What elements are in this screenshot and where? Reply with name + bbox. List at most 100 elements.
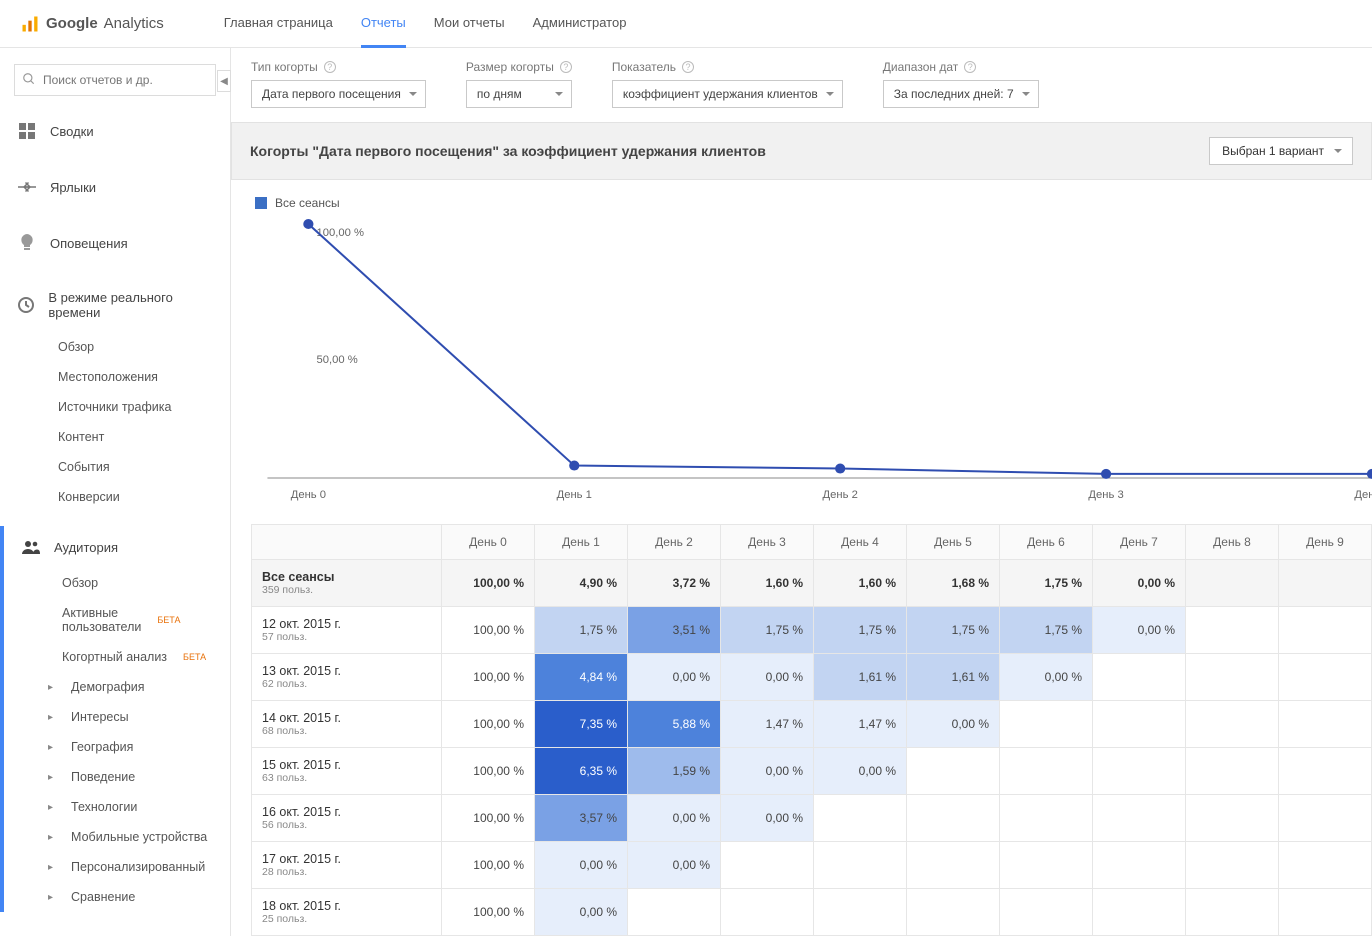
legend-swatch	[255, 197, 267, 209]
table-header: День 5	[907, 525, 1000, 560]
table-header: День 0	[442, 525, 535, 560]
sidebar-section-audience: Аудитория ОбзорАктивныепользователиБЕТАК…	[0, 526, 230, 912]
table-header: День 3	[721, 525, 814, 560]
sidebar-audience-sub-4[interactable]: Интересы	[4, 702, 230, 732]
clock-icon	[18, 296, 34, 314]
control-label: Показатель	[612, 60, 676, 74]
control-label: Диапазон дат	[883, 60, 958, 74]
table-header: День 4	[814, 525, 907, 560]
table-row: 18 окт. 2015 г.25 польз.100,00 %0,00 %	[252, 889, 1372, 936]
sidebar-item-dashboards[interactable]: Сводки	[0, 110, 230, 152]
brand-analytics: Analytics	[104, 15, 164, 32]
sidebar-item-label: В режиме реального времени	[48, 290, 212, 320]
dropdown-value: Дата первого посещения	[262, 87, 401, 101]
svg-text:День 1: День 1	[557, 489, 592, 501]
dropdown-value: Выбран 1 вариант	[1222, 144, 1324, 158]
main-content: Тип когорты? Дата первого посещения Разм…	[231, 48, 1372, 936]
cohort-table: День 0День 1День 2День 3День 4День 5День…	[251, 524, 1372, 936]
control-label: Тип когорты	[251, 60, 318, 74]
table-header	[252, 525, 442, 560]
sidebar-item-audience[interactable]: Аудитория	[4, 526, 230, 568]
help-icon[interactable]: ?	[964, 61, 976, 73]
svg-text:День 3: День 3	[1088, 489, 1123, 501]
top-tab-1[interactable]: Отчеты	[361, 0, 406, 48]
sidebar-item-shortcuts[interactable]: Ярлыки	[0, 166, 230, 208]
bulb-icon	[18, 234, 36, 252]
sidebar-realtime-sub-3[interactable]: Контент	[0, 422, 230, 452]
sidebar-audience-sub-0[interactable]: Обзор	[4, 568, 230, 598]
top-tabs: Главная страница Отчеты Мои отчеты Админист…	[224, 0, 627, 48]
shortcuts-icon	[18, 178, 36, 196]
dropdown-value: коэффициент удержания клиентов	[623, 87, 818, 101]
table-header: День 2	[628, 525, 721, 560]
brand-google: Google	[46, 15, 98, 32]
help-icon[interactable]: ?	[324, 61, 336, 73]
date-range-dropdown[interactable]: За последних дней: 7	[883, 80, 1039, 108]
sidebar-audience-sub-8[interactable]: Мобильные устройства	[4, 822, 230, 852]
help-icon[interactable]: ?	[682, 61, 694, 73]
table-header: День 8	[1186, 525, 1279, 560]
sidebar-audience-sub-1[interactable]: АктивныепользователиБЕТА	[4, 598, 230, 642]
top-tab-2[interactable]: Мои отчеты	[434, 0, 505, 48]
table-header: День 6	[1000, 525, 1093, 560]
variant-dropdown[interactable]: Выбран 1 вариант	[1209, 137, 1353, 165]
controls-row: Тип когорты? Дата первого посещения Разм…	[231, 48, 1372, 122]
legend-label: Все сеансы	[275, 196, 340, 210]
table-row: 12 окт. 2015 г.57 польз.100,00 %1,75 %3,…	[252, 607, 1372, 654]
sidebar-audience-sub-3[interactable]: Демография	[4, 672, 230, 702]
svg-text:50,00 %: 50,00 %	[317, 354, 358, 366]
sidebar-item-label: Оповещения	[50, 236, 128, 251]
sidebar-audience-sub-10[interactable]: Сравнение	[4, 882, 230, 912]
sidebar-realtime-sub-5[interactable]: Конверсии	[0, 482, 230, 512]
sidebar-realtime-sub-2[interactable]: Источники трафика	[0, 392, 230, 422]
dropdown-value: За последних дней: 7	[894, 87, 1014, 101]
sidebar: ◀ Сводки Ярлыки Оповещения В режиме реал…	[0, 48, 231, 936]
chart-legend: Все сеансы	[255, 196, 1372, 210]
people-icon	[22, 538, 40, 556]
sidebar-audience-sub-2[interactable]: Когортный анализБЕТА	[4, 642, 230, 672]
sidebar-audience-sub-7[interactable]: Технологии	[4, 792, 230, 822]
svg-text:День 2: День 2	[823, 489, 858, 501]
search-icon	[22, 72, 36, 89]
table-header: День 1	[535, 525, 628, 560]
sidebar-audience-sub-5[interactable]: География	[4, 732, 230, 762]
cohort-type-dropdown[interactable]: Дата первого посещения	[251, 80, 426, 108]
table-row: 17 окт. 2015 г.28 польз.100,00 %0,00 %0,…	[252, 842, 1372, 889]
sidebar-collapse-button[interactable]: ◀	[217, 70, 231, 92]
table-row: 15 окт. 2015 г.63 польз.100,00 %6,35 %1,…	[252, 748, 1372, 795]
top-nav: Google Analytics Главная страница Отчеты М…	[0, 0, 1372, 48]
logo: Google Analytics	[20, 14, 164, 34]
svg-text:День 4: День 4	[1354, 489, 1372, 501]
sidebar-audience-sub-9[interactable]: Персонализированный	[4, 852, 230, 882]
sidebar-audience-sub-6[interactable]: Поведение	[4, 762, 230, 792]
sidebar-item-intelligence[interactable]: Оповещения	[0, 222, 230, 264]
analytics-logo-icon	[20, 14, 40, 34]
cohort-title-bar: Когорты "Дата первого посещения" за коэф…	[231, 122, 1372, 180]
table-summary-row: Все сеансы359 польз.100,00 %4,90 %3,72 %…	[252, 560, 1372, 607]
cohort-title: Когорты "Дата первого посещения" за коэф…	[250, 143, 766, 159]
sidebar-item-label: Аудитория	[54, 540, 118, 555]
control-label: Размер когорты	[466, 60, 554, 74]
sidebar-realtime-sub-0[interactable]: Обзор	[0, 332, 230, 362]
table-header: День 7	[1093, 525, 1186, 560]
top-tab-0[interactable]: Главная страница	[224, 0, 333, 48]
sidebar-item-label: Ярлыки	[50, 180, 96, 195]
table-row: 14 окт. 2015 г.68 польз.100,00 %7,35 %5,…	[252, 701, 1372, 748]
sidebar-item-realtime[interactable]: В режиме реального времени	[0, 278, 230, 332]
top-tab-3[interactable]: Администратор	[533, 0, 627, 48]
sidebar-realtime-sub-1[interactable]: Местоположения	[0, 362, 230, 392]
chart-area: Все сеансы 100,00 %50,00 %День 0День 1Де…	[231, 180, 1372, 524]
dashboard-icon	[18, 122, 36, 140]
cohort-size-dropdown[interactable]: по дням	[466, 80, 572, 108]
search-input[interactable]	[14, 64, 216, 96]
line-chart: 100,00 %50,00 %День 0День 1День 2День 3Д…	[247, 214, 1372, 504]
sidebar-item-label: Сводки	[50, 124, 94, 139]
table-row: 13 окт. 2015 г.62 польз.100,00 %4,84 %0,…	[252, 654, 1372, 701]
help-icon[interactable]: ?	[560, 61, 572, 73]
svg-text:День 0: День 0	[291, 489, 326, 501]
table-header: День 9	[1279, 525, 1372, 560]
dropdown-value: по дням	[477, 87, 522, 101]
cohort-table-wrap: День 0День 1День 2День 3День 4День 5День…	[231, 524, 1372, 936]
sidebar-realtime-sub-4[interactable]: События	[0, 452, 230, 482]
metric-dropdown[interactable]: коэффициент удержания клиентов	[612, 80, 843, 108]
